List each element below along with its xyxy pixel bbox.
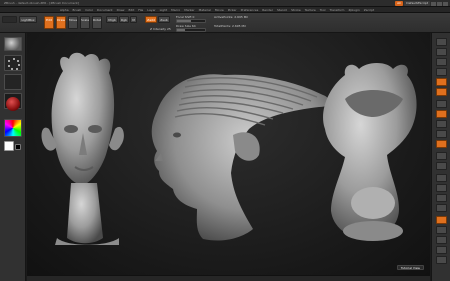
right-shelf [431,33,450,281]
lightbox-button[interactable]: LightBox [19,16,37,23]
menu-item-file[interactable]: File [138,7,143,12]
menu-item-material[interactable]: Material [199,7,211,12]
menu-item-preferences[interactable]: Preferences [241,7,259,12]
move-button[interactable]: Move [68,16,78,29]
rotate-view-button[interactable] [436,204,447,212]
brush-icon[interactable] [4,37,22,51]
move-view-button[interactable] [436,184,447,192]
menu-item-edit[interactable]: Edit [128,7,134,12]
lsym-button[interactable] [436,130,447,138]
scroll-button[interactable] [436,58,447,66]
menu-item-layer[interactable]: Layer [147,7,155,12]
persp-button[interactable] [436,100,447,108]
close-icon[interactable] [443,1,448,6]
draw-button[interactable]: Draw [56,16,66,29]
profile-head-sculpt [151,74,330,241]
total-points-label: TotalPoints: 2.695 Mil [214,24,246,28]
m-button[interactable]: M [130,16,137,23]
z-intensity-label: Z Intensity 25 [150,27,171,31]
frame-button[interactable] [436,174,447,182]
title-bar: ZBrush - default-zbrush.ZPR - [ZBrush Do… [0,0,450,7]
zsub-button[interactable]: Zsub [158,16,170,23]
menu-item-alpha[interactable]: Alpha [60,7,69,12]
dots-stroke-icon [8,58,20,70]
menu-item-zplugin[interactable]: Zplugin [348,7,359,12]
zoom-button[interactable] [436,68,447,76]
ac-button[interactable]: AC [395,1,404,6]
rgb-button[interactable]: Rgb [119,16,129,23]
rotate-z-button[interactable] [436,162,447,170]
main-color-swatch[interactable] [4,141,14,151]
actual-button[interactable] [436,78,447,86]
menu-item-render[interactable]: Render [262,7,273,12]
draw-size-slider-fill [177,29,186,31]
window-title: ZBrush - default-zbrush.ZPR - [ZBrush Do… [4,1,79,5]
rotate-y-button[interactable] [436,152,447,160]
default-zscript-button[interactable]: DefaultZScript [404,1,430,6]
mrgb-button[interactable]: Mrgb [106,16,118,23]
canvas-viewport[interactable]: Tutorial View [27,33,430,275]
polyf-button[interactable] [436,216,447,224]
menu-item-transform[interactable]: Transform [330,7,345,12]
scale-view-button[interactable] [436,194,447,202]
rotate-button[interactable]: Rotate [92,16,102,29]
solo-button[interactable] [436,246,447,254]
scale-button[interactable]: Scale [80,16,90,29]
menu-item-picker[interactable]: Picker [228,7,237,12]
top-toolbar: LightBox Edit Draw Move Scale Rotate Mrg… [0,13,450,33]
transp-button[interactable] [436,226,447,234]
projection-master-button[interactable] [2,16,17,23]
focal-shift-slider-fill [177,20,191,22]
sculpt-render [41,52,417,245]
draw-size-slider[interactable] [176,28,206,32]
stroke-icon[interactable] [4,55,22,71]
minimize-icon[interactable] [431,1,436,6]
menu-item-stencil[interactable]: Stencil [277,7,287,12]
xyz-button[interactable] [436,140,447,148]
color-picker-icon[interactable] [4,119,22,137]
title-bar-controls: AC DefaultZScript [395,1,448,6]
back-head-sculpt [323,63,417,241]
bpr-button[interactable] [436,38,447,46]
secondary-color-swatch[interactable] [15,144,21,150]
menu-item-movie[interactable]: Movie [215,7,224,12]
menu-item-texture[interactable]: Texture [305,7,316,12]
menu-item-tool[interactable]: Tool [320,7,326,12]
menu-item-marker[interactable]: Marker [184,7,194,12]
floor-button[interactable] [436,110,447,118]
menu-item-light[interactable]: Light [160,7,168,12]
left-shelf [0,33,26,281]
menu-item-document[interactable]: Document [97,7,113,12]
menu-item-stroke[interactable]: Stroke [291,7,301,12]
local-button[interactable] [436,120,447,128]
menu-item-zscript[interactable]: Zscript [364,7,374,12]
material-sphere-icon[interactable] [6,97,20,111]
ghost-button[interactable] [436,236,447,244]
focal-shift-slider[interactable] [176,19,206,23]
zadd-button[interactable]: Zadd [145,16,157,23]
active-points-label: ActivePoints: 2.695 Mil [214,15,249,19]
edit-button[interactable]: Edit [44,16,54,29]
alpha-icon[interactable] [4,74,22,90]
aahalf-button[interactable] [436,88,447,96]
menu-item-draw[interactable]: Draw [117,7,125,12]
xpose-button[interactable] [436,256,447,264]
maximize-icon[interactable] [437,1,442,6]
bottom-tray [27,275,430,281]
menu-item-brush[interactable]: Brush [73,7,82,12]
front-head-sculpt [41,52,124,245]
tutorial-view-button[interactable]: Tutorial View [396,265,424,270]
spix-button[interactable] [436,48,447,56]
menu-item-macro[interactable]: Macro [171,7,180,12]
menu-item-color[interactable]: Color [85,7,93,12]
